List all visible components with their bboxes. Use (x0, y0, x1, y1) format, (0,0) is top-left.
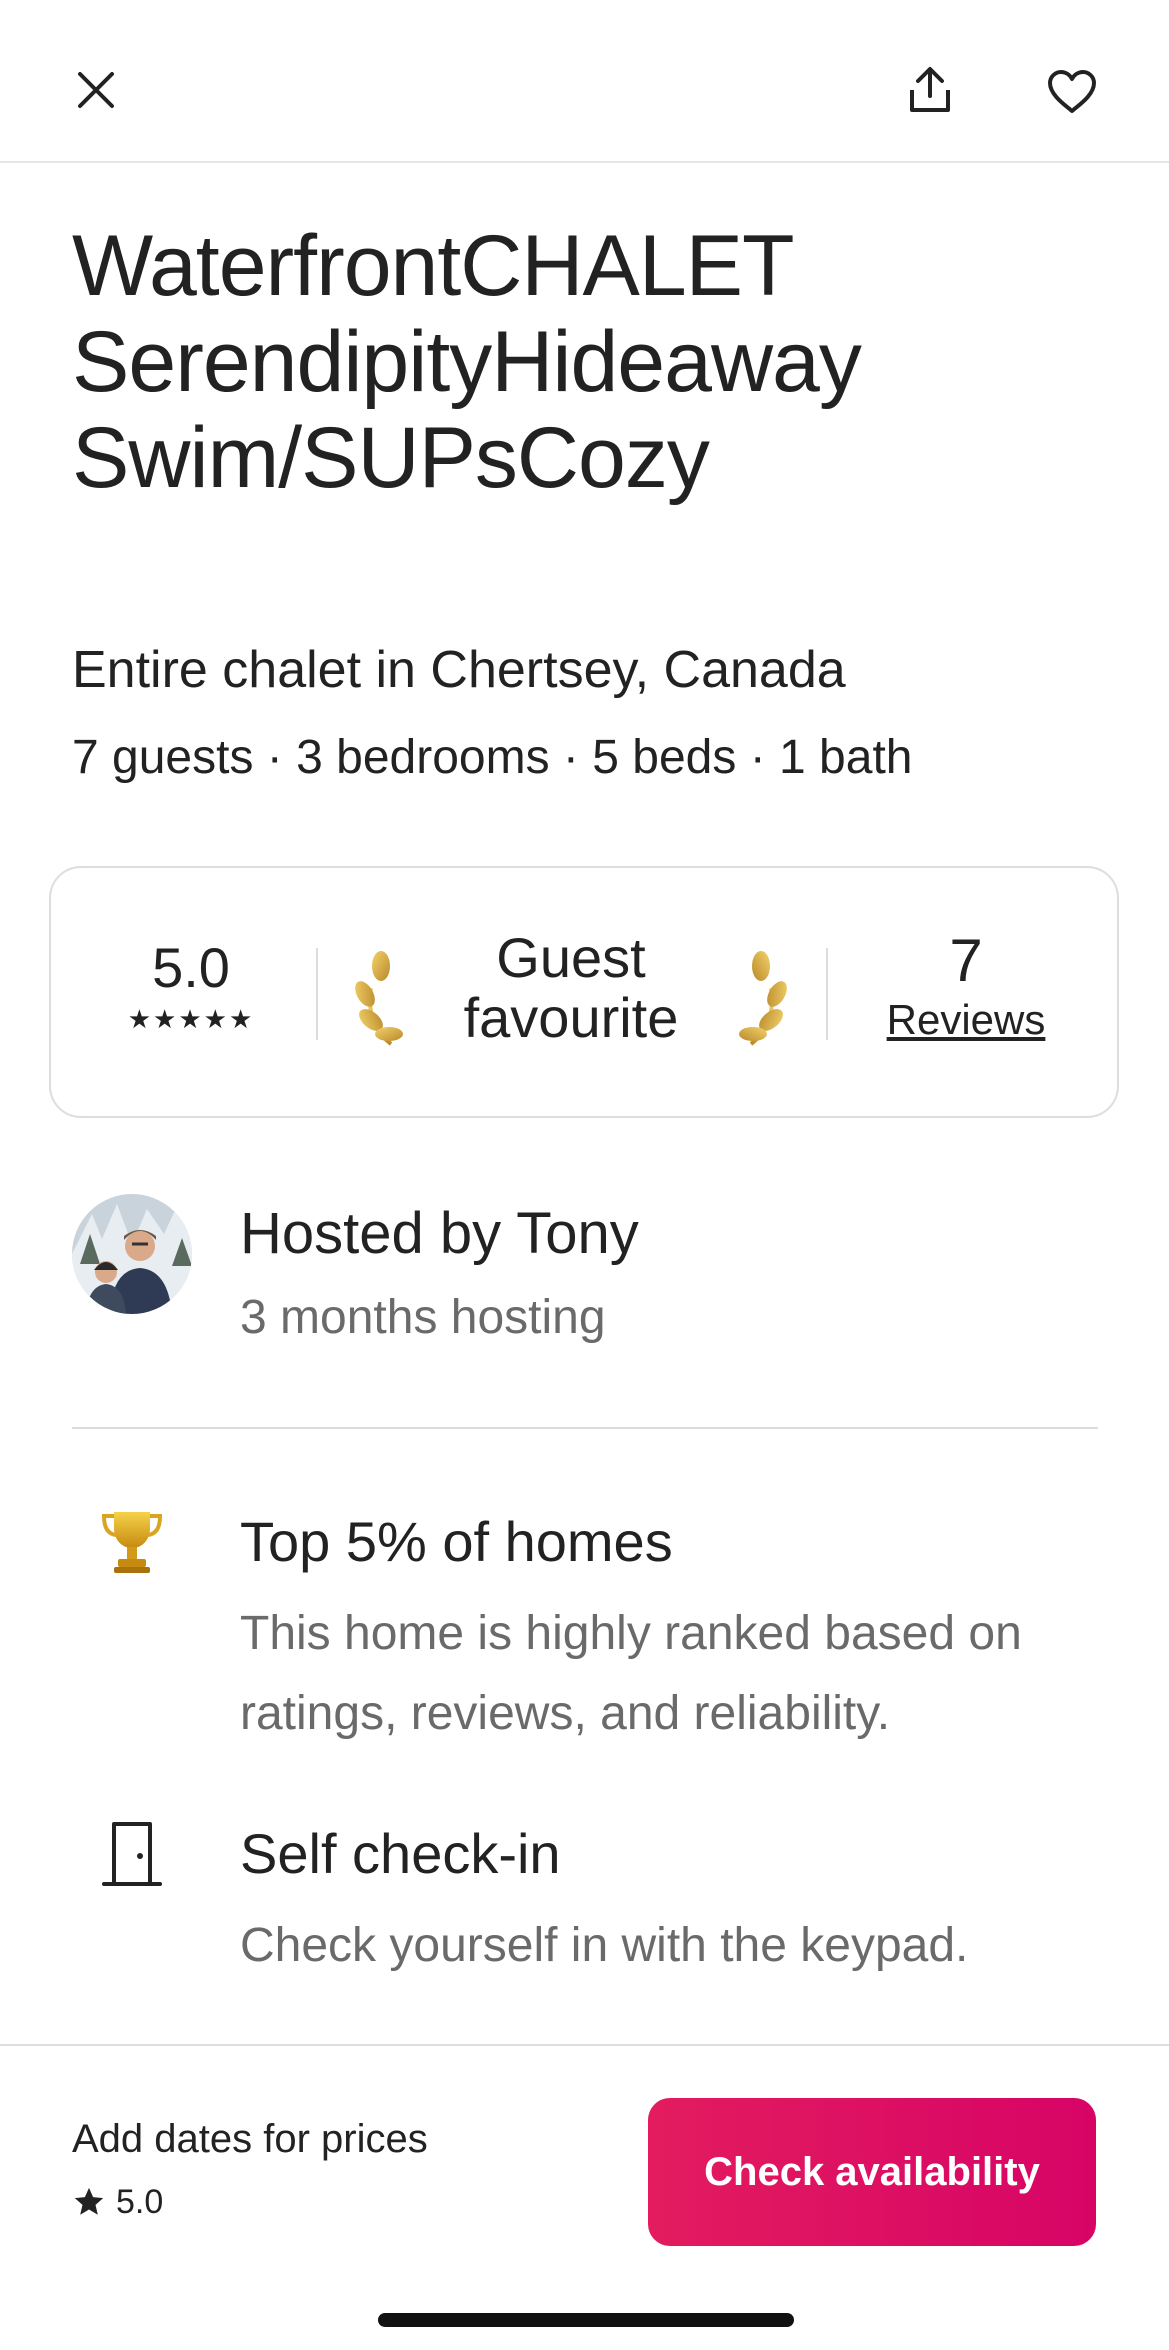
star-icon (74, 2187, 104, 2215)
feature-description: Check yourself in with the keypad. (240, 1919, 969, 1972)
home-indicator[interactable] (378, 2313, 794, 2327)
feature-description: This home is highly ranked based on rati… (240, 1607, 1022, 1740)
guest-favourite-badge: Guest favourite (351, 928, 791, 1068)
booking-bar: Add dates for prices 5.0 Check availabil… (0, 2044, 1169, 2350)
rating-card[interactable]: 5.0 ★★★★★ Guest favourite 7 Reviews (49, 866, 1119, 1118)
bottom-rating-value: 5.0 (116, 2183, 164, 2221)
host-name: Hosted by Tony (240, 1201, 639, 1266)
door-icon (72, 1820, 192, 1900)
listing-subtitle: Entire chalet in Chertsey, Canada (72, 641, 846, 699)
listing-details: 7 guests · 3 bedrooms · 5 beds · 1 bath (72, 731, 913, 784)
rating-value: 5.0 (152, 936, 230, 999)
heart-icon[interactable] (1032, 52, 1112, 132)
rating-score: 5.0 ★★★★★ (121, 936, 261, 1035)
rating-stars: ★★★★★ (127, 1004, 255, 1034)
bottom-rating: 5.0 (72, 2180, 163, 2224)
share-icon[interactable] (890, 50, 970, 130)
card-divider (826, 948, 828, 1040)
laurel-right-icon (739, 951, 787, 1046)
section-divider (72, 1427, 1098, 1429)
reviews-link[interactable]: Reviews (841, 994, 1091, 1046)
close-icon[interactable] (56, 50, 136, 130)
trophy-icon (72, 1508, 192, 1588)
guest-favourite-label: Guest favourite (421, 928, 721, 1048)
feature-title: Top 5% of homes (240, 1510, 673, 1573)
reviews-count: 7 (949, 927, 983, 994)
top-bar (0, 0, 1169, 163)
host-tenure: 3 months hosting (240, 1291, 606, 1344)
host-section[interactable]: Hosted by Tony 3 months hosting (72, 1194, 1112, 1344)
badge-line-2: favourite (463, 986, 679, 1049)
feature-title: Self check-in (240, 1822, 561, 1885)
listing-title: WaterfrontCHALET SerendipityHideaway Swi… (72, 218, 862, 506)
price-prompt[interactable]: Add dates for prices (72, 2114, 428, 2164)
card-divider (316, 948, 318, 1040)
check-availability-button[interactable]: Check availability (648, 2098, 1096, 2246)
reviews-summary[interactable]: 7 Reviews (841, 928, 1091, 1046)
avatar[interactable] (72, 1194, 192, 1314)
laurel-left-icon (355, 951, 403, 1046)
badge-line-1: Guest (496, 926, 646, 989)
